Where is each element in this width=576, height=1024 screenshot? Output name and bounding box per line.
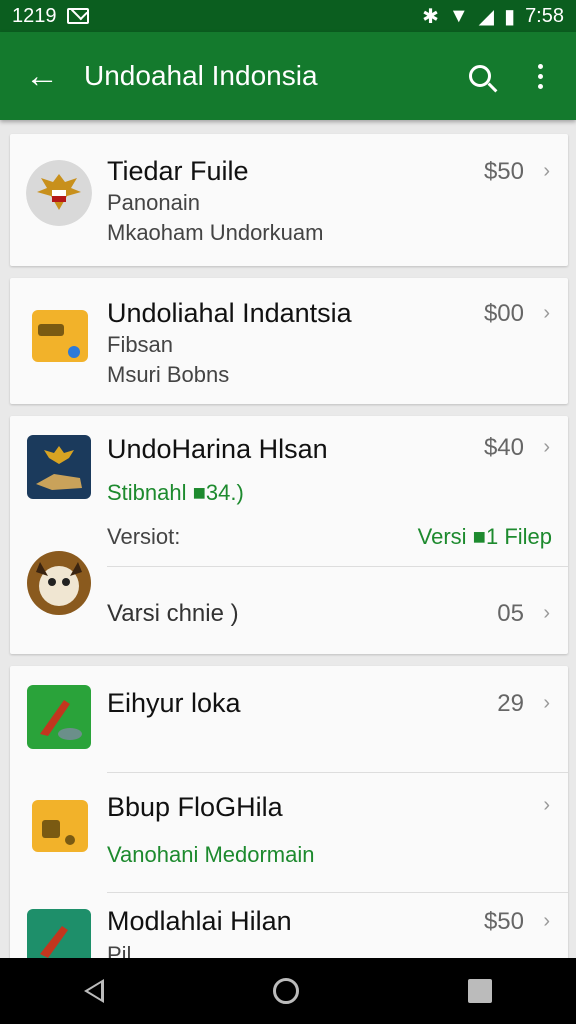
signal-icon: ◢ (478, 5, 495, 28)
chevron-right-icon: › (543, 436, 550, 458)
item-title: Undoliahal Indantsia (107, 298, 352, 328)
item-description: Msuri Bobns (107, 362, 230, 387)
mail-notification-icon (66, 8, 89, 24)
list-item[interactable]: Undoliahal Indantsia Fibsan Msuri Bobns … (10, 278, 568, 404)
item-list: Tiedar Fuile Panonain Mkaoham Undorkuam … (10, 134, 568, 966)
list-item-expanded[interactable]: UndoHarina Hlsan Stibnahl ■34.) $40 › Ve… (10, 416, 568, 654)
item-subtitle: Vanohani Medormain (107, 842, 315, 867)
list-item[interactable]: Bbup FloGHila Vanohani Medormain › (10, 772, 568, 892)
search-icon (469, 65, 491, 87)
emblem-map-icon (27, 435, 91, 499)
chevron-right-icon: › (543, 602, 550, 624)
nav-home-icon[interactable] (272, 978, 299, 1004)
nav-recents-icon[interactable] (467, 979, 492, 1003)
item-subtitle: Fibsan (107, 332, 174, 357)
version-value: Versi ■1 Filep (417, 524, 552, 549)
item-title: Tiedar Fuile (107, 156, 249, 186)
divider (107, 566, 568, 567)
item-description: Mkaoham Undorkuam (107, 220, 324, 245)
garuda-emblem-icon (26, 160, 92, 226)
list-item[interactable]: Modlahlai Hilan Pil... $50 › (10, 892, 568, 966)
tool-app-icon (27, 685, 91, 749)
app-title: Undoahal Indonsia (84, 60, 318, 91)
more-vert-icon (537, 63, 543, 89)
item-status: Stibnahl ■34.) (107, 480, 244, 505)
item-price: 29 (497, 690, 524, 717)
status-time-right: 7:58 (525, 4, 564, 27)
chevron-right-icon: › (543, 160, 550, 182)
item-price: $40 (483, 434, 524, 461)
folder-icon (32, 310, 88, 362)
back-arrow-icon[interactable]: ← (0, 32, 84, 120)
item-price: $50 (483, 908, 524, 935)
system-nav-bar (0, 958, 576, 1024)
sub-row-label[interactable]: Varsi chnie ) (107, 600, 239, 628)
search-button[interactable] (450, 32, 510, 120)
bluetooth-icon: ✱ (422, 5, 439, 28)
item-price: $00 (483, 300, 524, 327)
item-subtitle: Panonain (107, 190, 200, 215)
item-price: $50 (483, 158, 524, 185)
owl-avatar-icon (27, 551, 91, 615)
nav-back-icon[interactable] (84, 979, 105, 1003)
status-bar: 1219 ✱ ▼ ◢ ▮ 7:58 (0, 0, 576, 32)
chevron-right-icon: › (543, 910, 550, 932)
wifi-icon: ▼ (448, 4, 469, 27)
item-title: Modlahlai Hilan (107, 906, 292, 936)
chevron-right-icon: › (543, 692, 550, 714)
item-title: Eihyur loka (107, 688, 241, 718)
list-item[interactable]: Eihyur loka 29 › (10, 666, 568, 772)
more-options-button[interactable] (510, 32, 570, 120)
item-title: UndoHarina Hlsan (107, 434, 328, 464)
list-group: Eihyur loka 29 › Bbup FloGHila Vanohani … (10, 666, 568, 966)
version-label: Versiot: (107, 524, 181, 549)
chevron-right-icon: › (543, 794, 550, 816)
battery-icon: ▮ (504, 5, 516, 28)
status-time-left: 1219 (12, 4, 57, 27)
locked-folder-icon (32, 800, 88, 852)
item-title: Bbup FloGHila (107, 792, 283, 822)
chevron-right-icon: › (543, 302, 550, 324)
app-bar: ← Undoahal Indonsia (0, 32, 576, 120)
list-item[interactable]: Tiedar Fuile Panonain Mkaoham Undorkuam … (10, 134, 568, 266)
sub-row-value: 05 (497, 600, 524, 627)
